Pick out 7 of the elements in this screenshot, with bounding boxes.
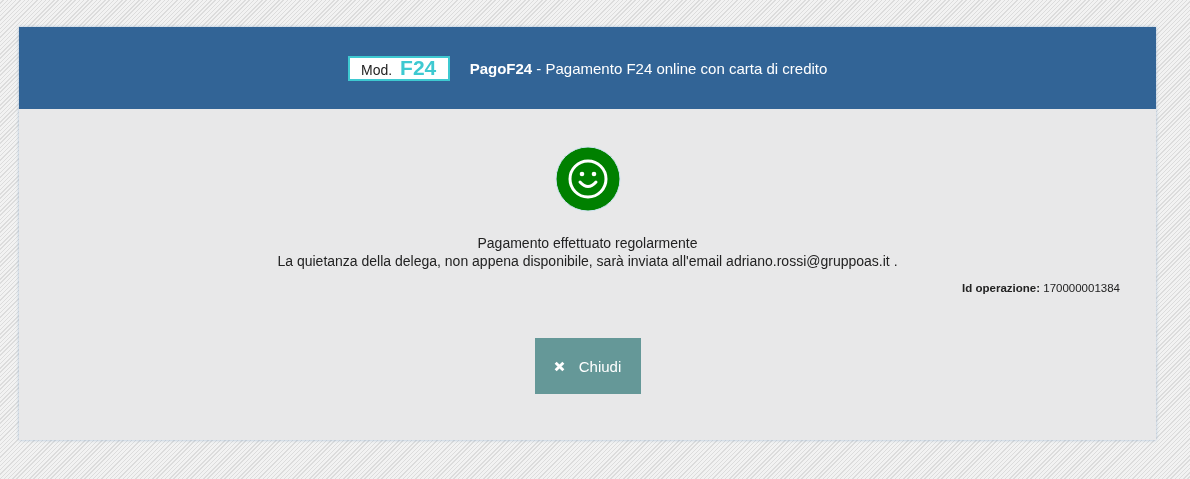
close-icon xyxy=(553,360,565,372)
page-title: PagoF24 - Pagamento F24 online con carta di credito xyxy=(469,59,828,77)
logo: Mod. F24 xyxy=(347,55,450,81)
close-button[interactable]: Chiudi xyxy=(534,338,641,394)
email-notice: La quietanza della delega, non appena disponibile, sarà inviata all'email adriano.rossi@gruppoas.it . xyxy=(277,252,898,270)
status-message: Pagamento effettuato regolarmente xyxy=(477,234,698,252)
operation-id: Id operazione: 170000001384 xyxy=(962,282,1120,294)
